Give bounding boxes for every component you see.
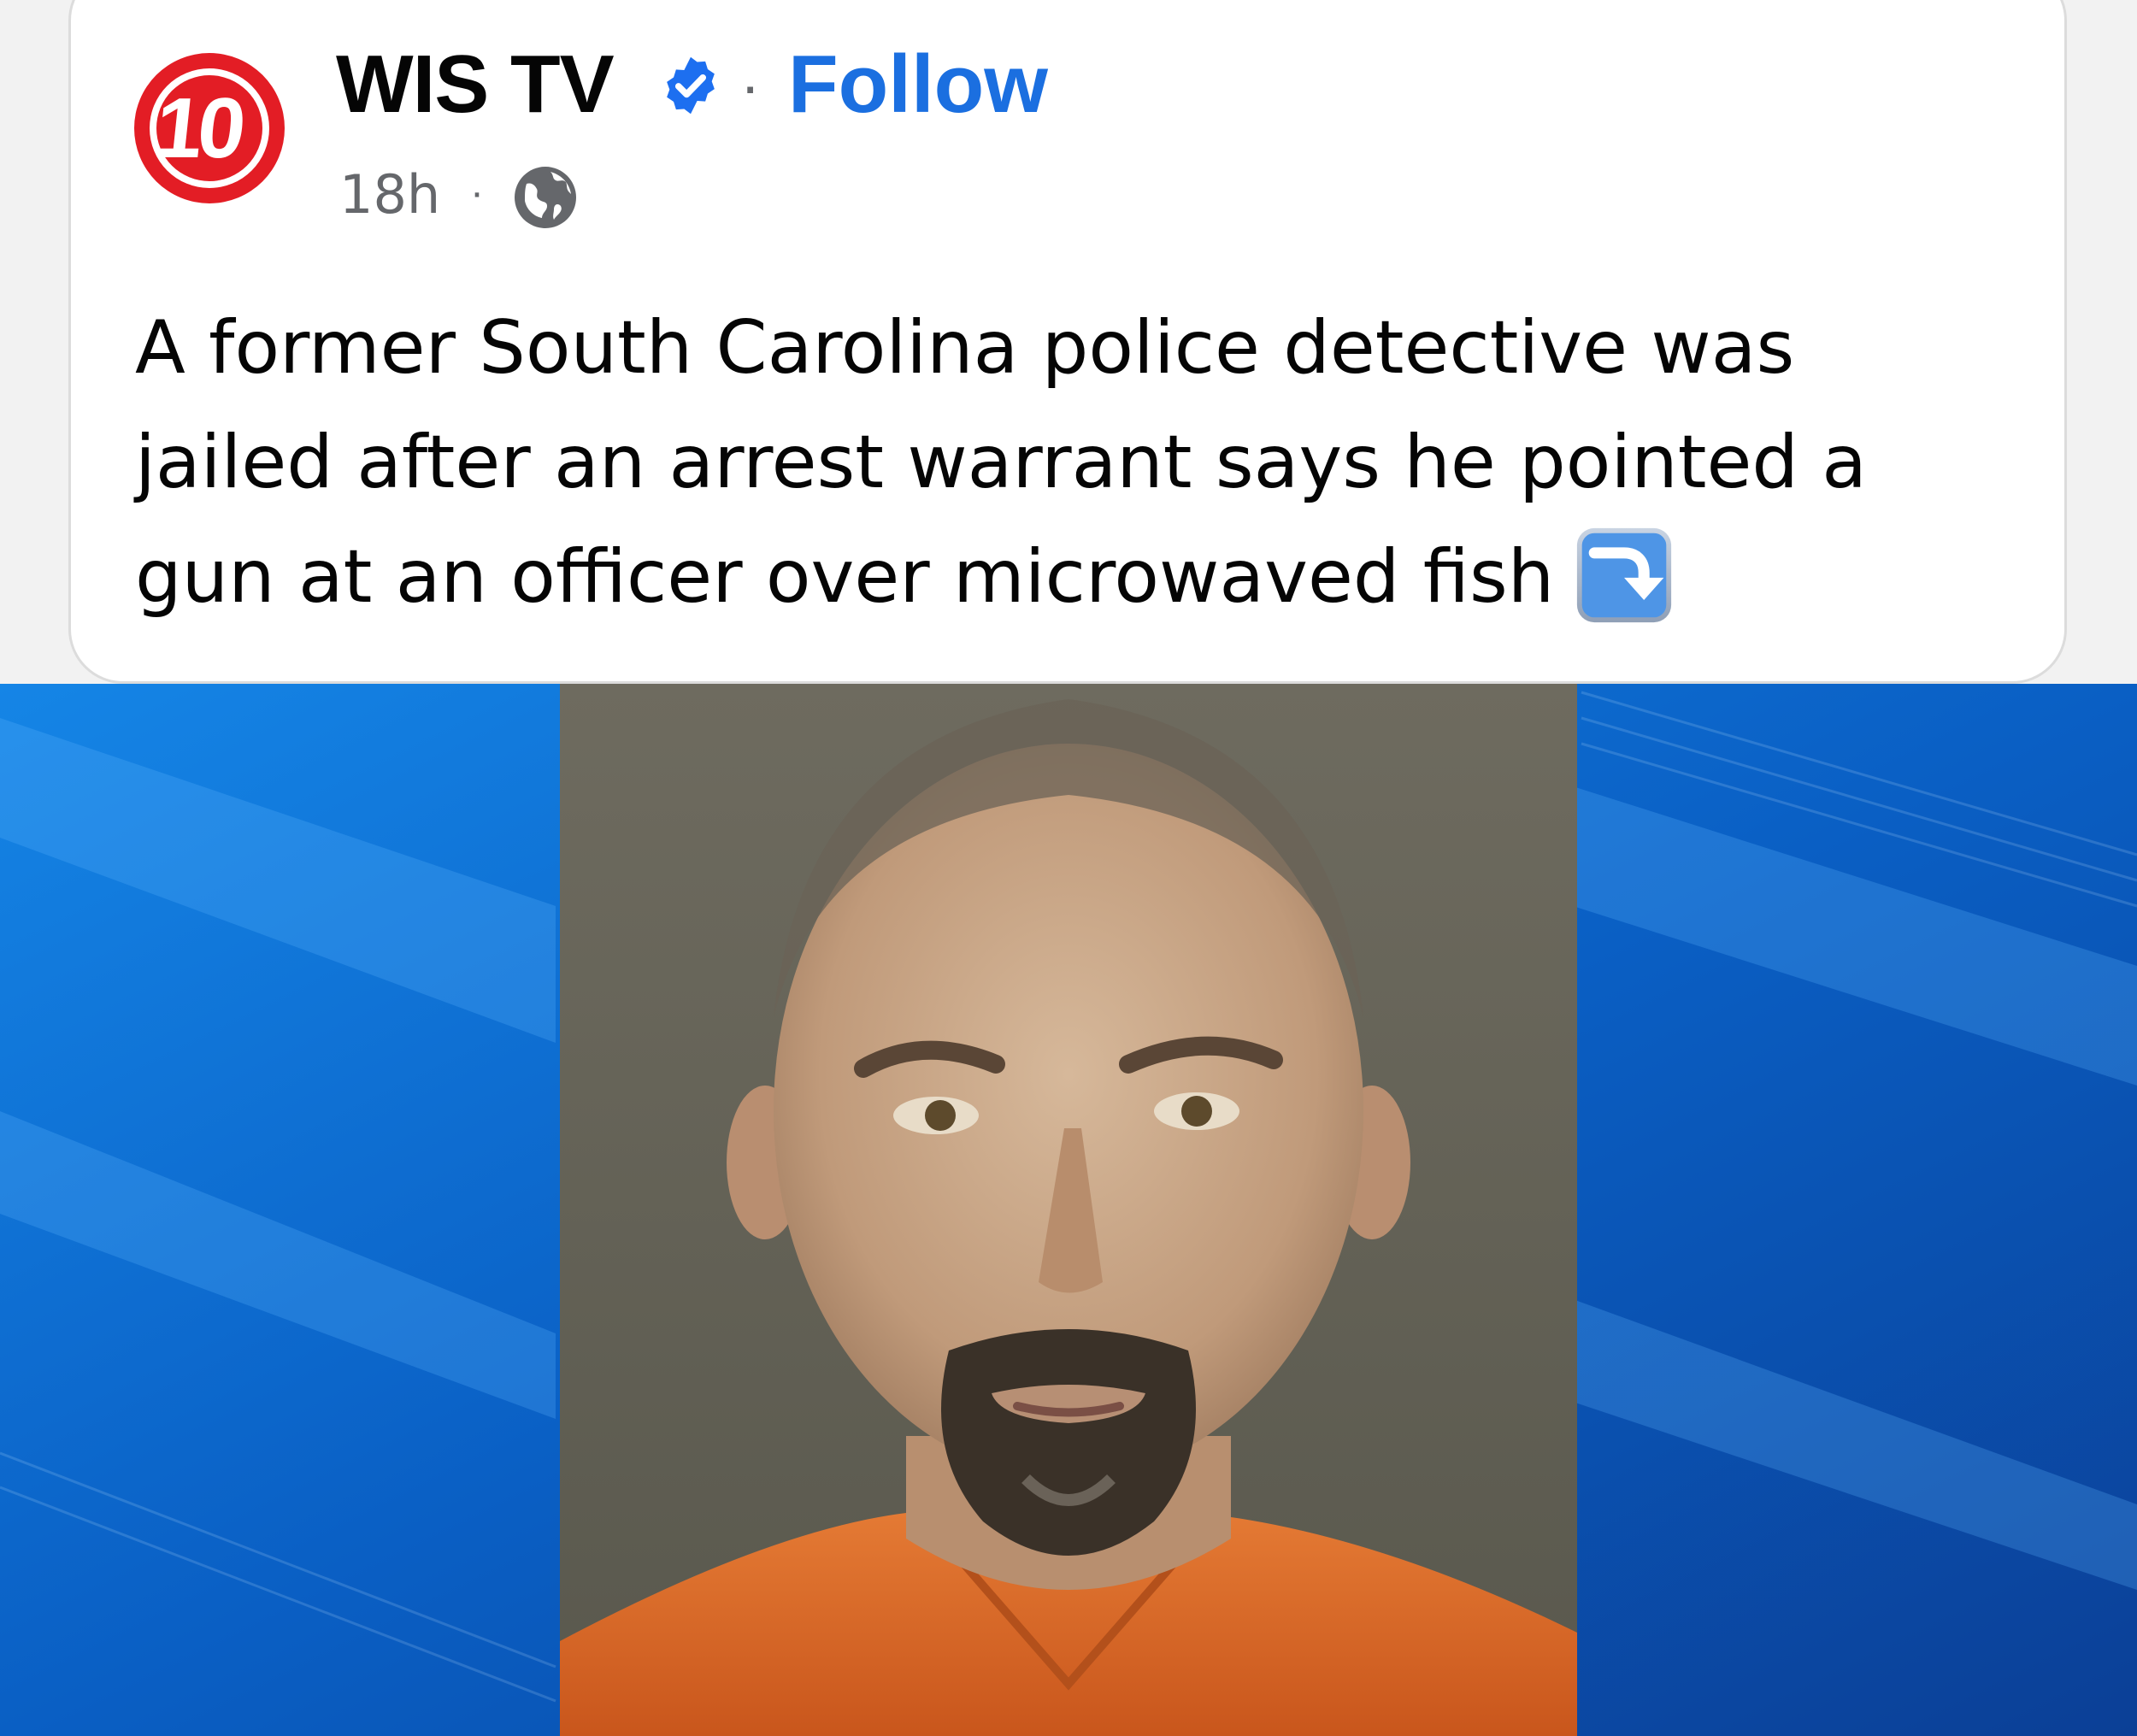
post-text: A former South Carolina police detective… — [135, 291, 2067, 634]
post-text-line-2: jailed after an arrest warrant says he p… — [135, 420, 1867, 505]
post-image-mugshot[interactable] — [0, 684, 2137, 1736]
follow-button[interactable]: Follow — [788, 38, 1048, 132]
post-text-line-3: gun at an officer over microwaved fish — [135, 520, 2067, 634]
page-name-link[interactable]: WIS TV — [336, 38, 615, 132]
verified-badge-icon — [667, 56, 715, 115]
page-avatar-logo[interactable]: 10 — [132, 51, 286, 205]
post-text-line-1: A former South Carolina police detective… — [135, 305, 1795, 391]
post-timestamp[interactable]: 18h — [339, 161, 440, 229]
avatar-logo-text: 10 — [150, 80, 247, 176]
post-text-line-3-text: gun at an officer over microwaved fish — [135, 534, 1555, 620]
globe-icon — [515, 167, 576, 228]
header-separator-dot: · — [740, 52, 761, 119]
arrow-curving-down-emoji-icon — [1577, 527, 1672, 622]
meta-separator-dot: · — [470, 170, 484, 215]
